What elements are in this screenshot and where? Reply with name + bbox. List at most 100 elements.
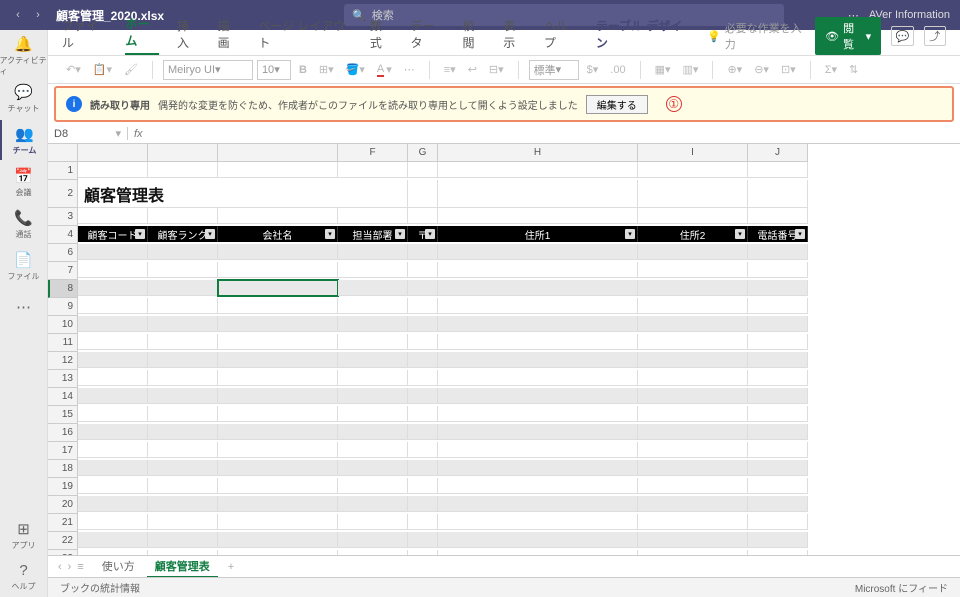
cell[interactable] — [748, 208, 808, 224]
cell[interactable] — [748, 280, 808, 296]
tab-描画[interactable]: 描画 — [218, 17, 241, 55]
tab-ヘルプ[interactable]: ヘルプ — [544, 17, 578, 55]
tell-me[interactable]: 💡 必要な作業を入力 — [707, 20, 805, 52]
cell[interactable] — [338, 424, 408, 440]
cell[interactable] — [438, 244, 638, 260]
font-color-button[interactable]: A▾ — [373, 61, 396, 79]
cell[interactable] — [218, 496, 338, 512]
cell[interactable] — [338, 406, 408, 422]
tab-ページ レイアウト[interactable]: ページ レイアウト — [258, 17, 352, 55]
add-sheet-button[interactable]: + — [228, 561, 234, 573]
cell[interactable] — [438, 298, 638, 314]
cell[interactable] — [338, 316, 408, 332]
cell[interactable] — [338, 280, 408, 296]
row-header[interactable]: 23 — [48, 550, 78, 555]
cell[interactable] — [438, 478, 638, 494]
cell[interactable] — [148, 280, 218, 296]
cell[interactable] — [148, 406, 218, 422]
cell[interactable] — [218, 262, 338, 278]
sheet-tab[interactable]: 使い方 — [94, 556, 143, 578]
name-box[interactable]: D8▾ — [48, 127, 128, 140]
cell[interactable] — [148, 442, 218, 458]
cell[interactable] — [638, 388, 748, 404]
cell[interactable] — [408, 496, 438, 512]
tab-ホーム[interactable]: ホーム — [125, 15, 159, 55]
cell[interactable] — [78, 460, 148, 476]
sheet-next-icon[interactable]: › — [68, 561, 72, 573]
filter-dropdown-icon[interactable]: ▾ — [735, 229, 745, 239]
cell[interactable] — [78, 496, 148, 512]
table-style-button[interactable]: ▥▾ — [679, 61, 703, 78]
cell[interactable] — [218, 208, 338, 224]
cell[interactable] — [218, 388, 338, 404]
decimal-button[interactable]: .00 — [606, 62, 629, 78]
cell[interactable] — [148, 550, 218, 555]
cell[interactable] — [78, 532, 148, 548]
cell[interactable] — [338, 460, 408, 476]
cell[interactable] — [218, 514, 338, 530]
row-header[interactable]: 2 — [48, 180, 78, 208]
back-icon[interactable]: ‹ — [10, 7, 26, 23]
cell[interactable] — [218, 424, 338, 440]
cell[interactable] — [638, 550, 748, 555]
cell[interactable] — [78, 442, 148, 458]
cell[interactable] — [638, 334, 748, 350]
filter-dropdown-icon[interactable]: ▾ — [395, 229, 405, 239]
cell[interactable] — [638, 460, 748, 476]
cell[interactable] — [338, 532, 408, 548]
filter-dropdown-icon[interactable]: ▾ — [205, 229, 215, 239]
cell[interactable] — [438, 532, 638, 548]
rail-チャット[interactable]: 💬チャット — [0, 78, 48, 118]
align-left-button[interactable]: ≡▾ — [440, 61, 460, 78]
row-header[interactable]: 14 — [48, 388, 78, 406]
cell[interactable] — [638, 442, 748, 458]
cell[interactable] — [148, 316, 218, 332]
tab-数式[interactable]: 数式 — [370, 17, 393, 55]
tab-ファイル[interactable]: ファイル — [62, 17, 107, 55]
cell[interactable] — [748, 352, 808, 368]
rail-ヘルプ[interactable]: ?ヘルプ — [0, 557, 48, 597]
cell[interactable] — [78, 298, 148, 314]
cell[interactable] — [438, 550, 638, 555]
cell[interactable] — [218, 406, 338, 422]
cell[interactable] — [78, 424, 148, 440]
cell[interactable] — [638, 532, 748, 548]
table-header[interactable]: 担当部署▾ — [338, 226, 408, 242]
cell[interactable] — [408, 514, 438, 530]
table-header[interactable]: 顧客コード▾ — [78, 226, 148, 242]
cell[interactable] — [748, 262, 808, 278]
row-header[interactable]: 17 — [48, 442, 78, 460]
cell[interactable] — [218, 280, 338, 296]
cell[interactable] — [338, 208, 408, 224]
cell[interactable] — [148, 208, 218, 224]
cell[interactable] — [408, 162, 438, 178]
cell[interactable] — [438, 280, 638, 296]
cell[interactable] — [748, 442, 808, 458]
row-header[interactable]: 15 — [48, 406, 78, 424]
cell[interactable] — [408, 478, 438, 494]
table-header[interactable]: 電話番号▾ — [748, 226, 808, 242]
cell[interactable] — [338, 262, 408, 278]
cell[interactable] — [148, 388, 218, 404]
cell[interactable] — [148, 532, 218, 548]
col-header[interactable] — [78, 144, 148, 162]
cell[interactable] — [78, 352, 148, 368]
wrap-text-button[interactable]: ↩ — [464, 61, 481, 78]
cell[interactable] — [78, 514, 148, 530]
cell[interactable] — [78, 262, 148, 278]
cell[interactable] — [438, 496, 638, 512]
cell[interactable] — [218, 370, 338, 386]
cell[interactable] — [748, 478, 808, 494]
cell[interactable] — [218, 550, 338, 555]
cell[interactable] — [78, 162, 148, 178]
cell[interactable] — [338, 352, 408, 368]
col-header[interactable]: H — [438, 144, 638, 162]
forward-icon[interactable]: › — [30, 7, 46, 23]
cell[interactable] — [748, 298, 808, 314]
cell[interactable] — [408, 370, 438, 386]
cell[interactable] — [338, 442, 408, 458]
cell[interactable] — [408, 334, 438, 350]
cell[interactable] — [748, 370, 808, 386]
filter-dropdown-icon[interactable]: ▾ — [135, 229, 145, 239]
edit-anyway-button[interactable]: 編集する — [586, 95, 648, 114]
